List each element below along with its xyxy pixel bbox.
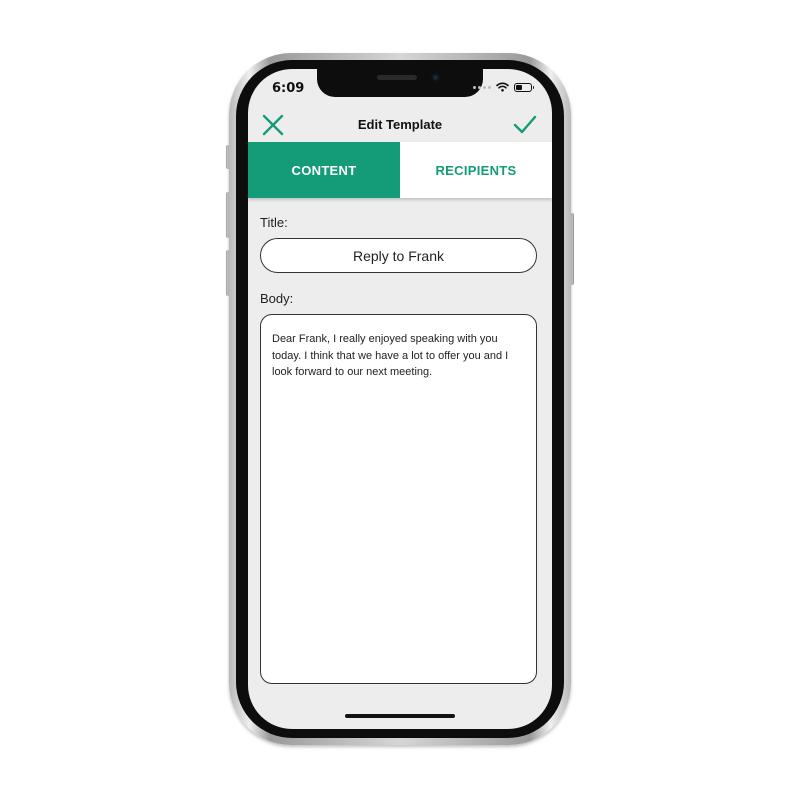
- front-camera: [431, 73, 440, 82]
- checkmark-icon[interactable]: [511, 111, 539, 139]
- tab-bar: CONTENT RECIPIENTS: [248, 142, 552, 198]
- phone-screen: 6:09 Edit Template CONTENT RECIPIENTS Ti…: [248, 69, 552, 729]
- tab-recipients[interactable]: RECIPIENTS: [400, 142, 552, 198]
- battery-level: [516, 84, 522, 90]
- battery-icon: [514, 82, 534, 92]
- status-time: 6:09: [272, 81, 305, 96]
- status-icons: [473, 82, 534, 92]
- nav-bar: Edit Template: [248, 107, 552, 143]
- tab-content[interactable]: CONTENT: [248, 142, 400, 198]
- title-input[interactable]: Reply to Frank: [260, 238, 537, 273]
- home-indicator[interactable]: [345, 714, 455, 718]
- notch: [317, 69, 483, 97]
- wifi-icon: [496, 82, 509, 92]
- body-textarea[interactable]: Dear Frank, I really enjoyed speaking wi…: [260, 314, 537, 684]
- earpiece-speaker: [377, 75, 417, 80]
- page-title: Edit Template: [357, 117, 443, 132]
- body-label: Body:: [260, 291, 294, 306]
- title-label: Title:: [260, 215, 288, 230]
- signal-icon: [473, 85, 491, 89]
- stage: 6:09 Edit Template CONTENT RECIPIENTS Ti…: [0, 0, 797, 797]
